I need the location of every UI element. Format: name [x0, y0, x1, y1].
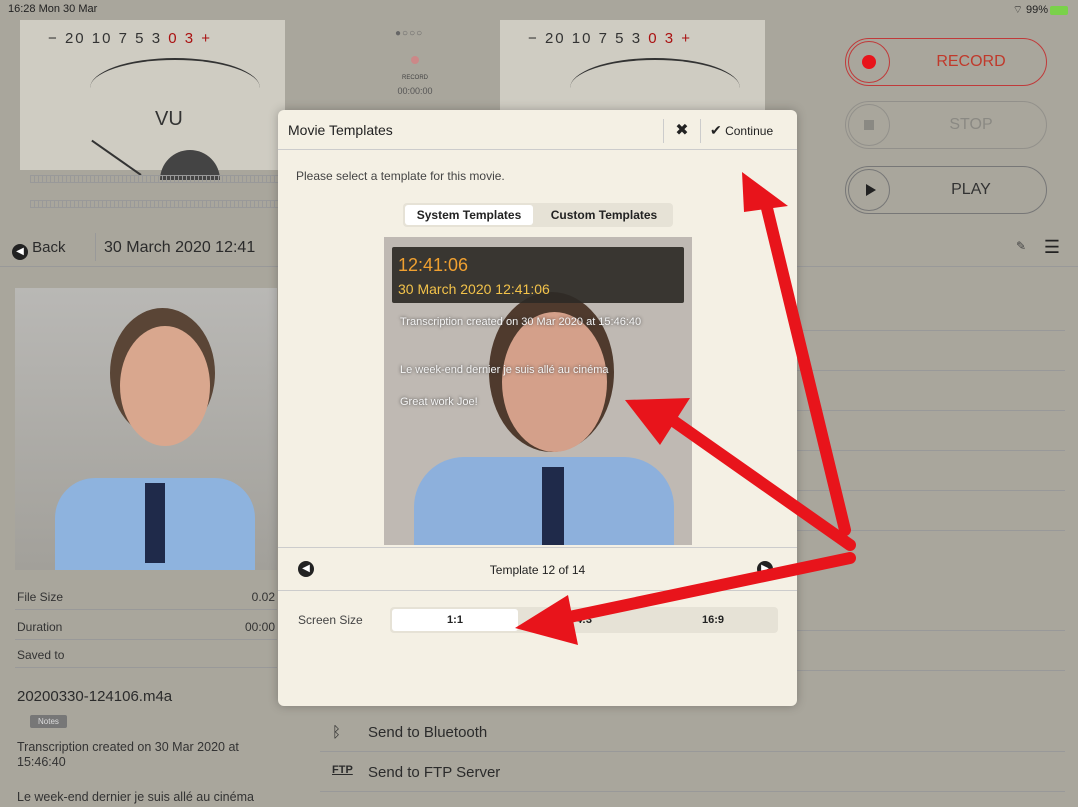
arrowhead-icon — [515, 595, 578, 645]
arrow-to-continue — [759, 194, 851, 536]
arrowhead-icon — [742, 172, 788, 212]
arrow-to-screen-size — [549, 552, 856, 626]
annotation-arrows — [515, 172, 856, 645]
